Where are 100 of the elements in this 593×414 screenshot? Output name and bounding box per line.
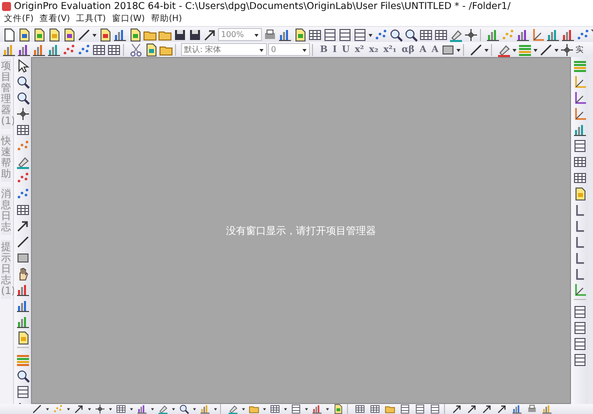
font-size-combo[interactable]: 0 [268, 43, 310, 56]
arrow-icon[interactable] [452, 404, 462, 414]
panel-layout-icon[interactable] [400, 404, 410, 414]
axes-icon[interactable] [531, 28, 545, 42]
colored-page-icon[interactable] [16, 331, 30, 345]
bar-chart-icon[interactable] [542, 404, 552, 414]
arrow-icon[interactable] [16, 219, 30, 233]
colored-page-icon[interactable] [572, 187, 586, 201]
menu-item[interactable]: 窗口(W) [110, 13, 147, 25]
crosshair-icon[interactable] [464, 28, 478, 42]
axes-icon[interactable] [572, 75, 586, 89]
bar-chart-icon[interactable] [516, 28, 530, 42]
crosshair-icon[interactable] [560, 42, 574, 56]
colored-page-icon[interactable] [332, 404, 344, 414]
bar-chart-icon[interactable] [136, 404, 148, 414]
panel-layout-icon[interactable] [290, 404, 302, 414]
colored-page-icon[interactable] [128, 28, 142, 42]
bar-chart-icon[interactable] [312, 404, 322, 414]
panel-layout-icon[interactable] [414, 404, 426, 414]
printer-icon[interactable] [526, 404, 538, 414]
scatter-plot-icon[interactable] [576, 28, 590, 42]
grid-icon[interactable] [572, 171, 586, 185]
magnifier-icon[interactable] [16, 369, 30, 383]
colored-page-icon[interactable] [32, 28, 46, 42]
scatter-plot-icon[interactable] [16, 187, 30, 201]
arrow-icon[interactable] [203, 28, 217, 42]
panel-layout-icon[interactable] [353, 28, 367, 42]
side-tab[interactable]: 快速帮助 [1, 134, 11, 182]
crosshair-icon[interactable] [94, 404, 106, 414]
axes-icon[interactable] [572, 91, 586, 105]
scatter-plot-icon[interactable] [62, 42, 76, 56]
grid-icon[interactable] [116, 404, 126, 414]
colored-page-icon[interactable] [98, 28, 112, 42]
bar-chart-icon[interactable] [572, 123, 586, 137]
colored-page-icon[interactable] [144, 42, 158, 56]
colored-page-icon[interactable] [47, 28, 61, 42]
line-icon[interactable] [469, 42, 484, 56]
format-button[interactable]: B [318, 44, 330, 54]
bar-chart-icon[interactable] [16, 299, 30, 313]
menu-item[interactable]: 查看(V) [38, 13, 72, 25]
menu-item[interactable]: 文件(F) [2, 13, 36, 25]
grid-icon[interactable] [92, 42, 106, 56]
line-icon[interactable] [539, 42, 554, 56]
grid-icon[interactable] [270, 404, 280, 414]
magnifier-icon[interactable] [16, 91, 30, 105]
grid-icon[interactable] [16, 203, 30, 217]
format-button[interactable]: x₂ [367, 44, 380, 54]
arrow-icon[interactable] [466, 404, 478, 414]
magnifier-icon[interactable] [178, 404, 190, 414]
grid-icon[interactable] [107, 42, 121, 56]
colored-page-icon[interactable] [17, 28, 31, 42]
arrow-icon[interactable] [496, 404, 508, 414]
format-button[interactable]: A [417, 44, 428, 54]
magnifier-icon[interactable] [389, 28, 403, 42]
arrow-icon[interactable] [482, 404, 492, 414]
grid-icon[interactable] [572, 155, 586, 169]
color-stripes-icon[interactable] [16, 353, 30, 367]
bar-chart-icon[interactable] [486, 28, 500, 42]
panel-layout-icon[interactable] [338, 28, 352, 42]
scatter-plot-icon[interactable] [374, 28, 388, 42]
bar-chart-icon[interactable] [561, 28, 575, 42]
bar-chart-icon[interactable] [32, 42, 46, 56]
scatter-plot-icon[interactable] [16, 139, 30, 153]
crosshair-icon[interactable] [16, 107, 30, 121]
rectangle-icon[interactable] [441, 42, 456, 56]
magnifier-icon[interactable] [16, 75, 30, 89]
bar-chart-icon[interactable] [47, 42, 61, 56]
panel-layout-icon[interactable] [572, 139, 586, 153]
line-icon[interactable] [32, 404, 42, 414]
bar-chart-icon[interactable] [16, 283, 30, 297]
font-combo[interactable]: 默认: 宋体 [181, 43, 267, 56]
grid-icon[interactable] [419, 28, 433, 42]
bar-chart-icon[interactable] [16, 315, 30, 329]
bar-chart-icon[interactable] [200, 404, 210, 414]
panel-layout-icon[interactable] [323, 28, 337, 42]
arrow-icon[interactable] [74, 404, 84, 414]
color-stripes-icon[interactable] [518, 42, 532, 56]
format-button[interactable]: x² [352, 44, 366, 54]
grid-icon[interactable] [308, 28, 322, 42]
magnifier-icon[interactable] [404, 28, 418, 42]
grid-icon[interactable] [354, 404, 366, 414]
zoom-combo[interactable]: 100% [218, 28, 262, 41]
scissors-icon[interactable] [129, 42, 143, 56]
bar-chart-icon[interactable] [113, 28, 127, 42]
format-button[interactable]: I [330, 44, 339, 54]
colored-page-icon[interactable] [293, 28, 307, 42]
side-tab[interactable]: 消息日志 [1, 187, 11, 235]
scatter-plot-icon[interactable] [77, 42, 91, 56]
format-button[interactable]: A [429, 44, 440, 54]
format-button[interactable]: U [340, 44, 352, 54]
panel-layout-icon[interactable] [430, 404, 440, 414]
line-icon[interactable] [16, 235, 30, 249]
format-button[interactable]: αβ [400, 44, 416, 54]
panel-layout-icon[interactable] [572, 337, 586, 351]
panel-layout-icon[interactable] [572, 353, 586, 367]
panel-layout-icon[interactable] [16, 385, 30, 399]
rectangle-icon[interactable] [16, 251, 30, 265]
scatter-plot-icon[interactable] [16, 171, 30, 185]
bar-chart-icon[interactable] [278, 28, 292, 42]
panel-layout-icon[interactable] [572, 305, 586, 319]
